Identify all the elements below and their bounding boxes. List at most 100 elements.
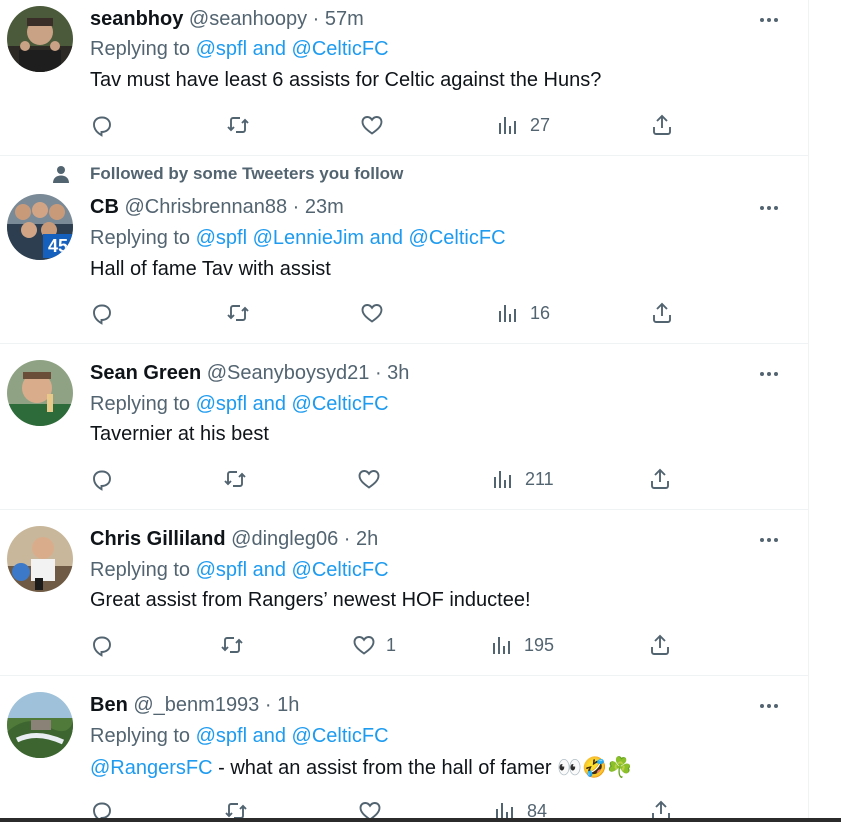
social-context: Followed by some Tweeters you follow [90, 164, 404, 183]
like-button[interactable] [357, 464, 391, 494]
replying-to-mentions[interactable]: @spfl and @CelticFC [196, 725, 389, 747]
author-name[interactable]: Chris Gilliland [90, 528, 226, 550]
views-button[interactable]: 27 [496, 110, 550, 140]
share-button[interactable] [650, 110, 674, 140]
analytics-icon [494, 471, 511, 488]
retweet-button[interactable] [226, 110, 250, 140]
share-button[interactable] [650, 298, 674, 328]
replying-to-mentions[interactable]: @spfl and @CelticFC [196, 559, 389, 581]
reply-button[interactable] [90, 630, 114, 660]
tweet-text: Tav must have least 6 assists for Celtic… [90, 69, 602, 91]
tweet-text: Hall of fame Tav with assist [90, 258, 331, 280]
tweet[interactable]: Chris Gilliland @dingleg06 · 2h Replying… [0, 510, 808, 676]
author-handle[interactable]: @Chrisbrennan88 [124, 196, 287, 218]
timestamp[interactable]: 57m [325, 8, 364, 30]
tweet-header: seanbhoy @seanhoopy · 57m [90, 8, 364, 31]
tweet-text: @RangersFC - what an assist from the hal… [90, 755, 632, 780]
reply-icon [93, 470, 111, 491]
retweet-button[interactable] [223, 464, 247, 494]
retweet-icon [227, 305, 249, 321]
reply-icon [93, 304, 111, 325]
replying-to-label: Replying to [90, 725, 191, 747]
action-bar: 1 195 [90, 630, 690, 660]
replying-to-label: Replying to [90, 38, 191, 60]
replying-to: Replying to @spfl @LennieJim and @Celtic… [90, 227, 506, 250]
author-handle[interactable]: @dingleg06 [231, 528, 338, 550]
author-handle[interactable]: @seanhoopy [189, 8, 307, 30]
replying-to-mentions[interactable]: @spfl and @CelticFC [196, 38, 389, 60]
like-button[interactable] [360, 110, 394, 140]
window-bottom-edge [0, 818, 841, 822]
more-options-button[interactable] [754, 359, 784, 389]
retweet-button[interactable] [226, 298, 250, 328]
reply-button[interactable] [90, 298, 114, 328]
share-icon [653, 114, 671, 135]
separator: · [374, 362, 382, 384]
retweet-icon [224, 471, 246, 487]
share-button[interactable] [648, 630, 672, 660]
reply-icon [93, 116, 111, 137]
more-icon [760, 538, 778, 542]
replying-to: Replying to @spfl and @CelticFC [90, 725, 389, 748]
views-button[interactable]: 211 [491, 464, 554, 494]
replying-to-label: Replying to [90, 393, 191, 415]
tweet[interactable]: Ben @_benm1993 · 1h Replying to @spfl an… [0, 676, 808, 822]
avatar[interactable] [7, 526, 73, 592]
share-button[interactable] [648, 464, 672, 494]
avatar[interactable] [7, 360, 73, 426]
replying-to: Replying to @spfl and @CelticFC [90, 559, 389, 582]
author-name[interactable]: seanbhoy [90, 8, 183, 30]
tweet-text: Tavernier at his best [90, 423, 269, 445]
avatar-badge: 45 [48, 236, 68, 256]
author-name[interactable]: CB [90, 196, 119, 218]
views-button[interactable]: 16 [496, 298, 550, 328]
more-icon [760, 206, 778, 210]
view-count: 211 [525, 468, 554, 489]
timestamp[interactable]: 2h [356, 528, 378, 550]
separator: · [264, 694, 272, 716]
replying-to-label: Replying to [90, 227, 191, 249]
action-bar: 211 [90, 464, 690, 494]
tweet[interactable]: seanbhoy @seanhoopy · 57m Replying to @s… [0, 0, 808, 156]
more-icon [760, 704, 778, 708]
tweet[interactable]: Sean Green @Seanyboysyd21 · 3h Replying … [0, 344, 808, 510]
more-options-button[interactable] [754, 691, 784, 721]
retweet-icon [227, 117, 249, 133]
heart-icon [361, 116, 383, 135]
tweet-header: Chris Gilliland @dingleg06 · 2h [90, 528, 378, 551]
retweet-button[interactable] [220, 630, 244, 660]
like-button[interactable] [360, 298, 394, 328]
replying-to-mentions[interactable]: @spfl and @CelticFC [196, 393, 389, 415]
reply-icon [93, 636, 111, 657]
more-options-button[interactable] [754, 5, 784, 35]
more-options-button[interactable] [754, 525, 784, 555]
replying-to-mentions[interactable]: @spfl @LennieJim and @CelticFC [196, 227, 506, 249]
tweet-header: CB @Chrisbrennan88 · 23m [90, 196, 344, 219]
views-button[interactable]: 195 [490, 630, 554, 660]
author-handle[interactable]: @Seanyboysyd21 [207, 362, 370, 384]
author-name[interactable]: Sean Green [90, 362, 201, 384]
person-icon [53, 166, 69, 183]
text-mention[interactable]: @RangersFC [90, 757, 213, 779]
share-icon [651, 468, 669, 489]
like-button[interactable]: 1 [352, 630, 396, 660]
separator: · [312, 8, 320, 30]
avatar[interactable]: 45 [7, 194, 73, 260]
avatar[interactable] [7, 692, 73, 758]
avatar[interactable] [7, 6, 73, 72]
author-name[interactable]: Ben [90, 694, 128, 716]
action-bar: 16 [90, 298, 690, 328]
separator: · [343, 528, 351, 550]
replying-to-label: Replying to [90, 559, 191, 581]
timestamp[interactable]: 23m [305, 196, 344, 218]
more-options-button[interactable] [754, 193, 784, 223]
timestamp[interactable]: 1h [277, 694, 299, 716]
more-icon [760, 18, 778, 22]
author-handle[interactable]: @_benm1993 [133, 694, 259, 716]
reply-button[interactable] [90, 464, 114, 494]
tweet[interactable]: Followed by some Tweeters you follow 45 … [0, 156, 808, 344]
timestamp[interactable]: 3h [387, 362, 409, 384]
analytics-icon [493, 637, 510, 654]
reply-feed: seanbhoy @seanhoopy · 57m Replying to @s… [0, 0, 809, 822]
reply-button[interactable] [90, 110, 114, 140]
